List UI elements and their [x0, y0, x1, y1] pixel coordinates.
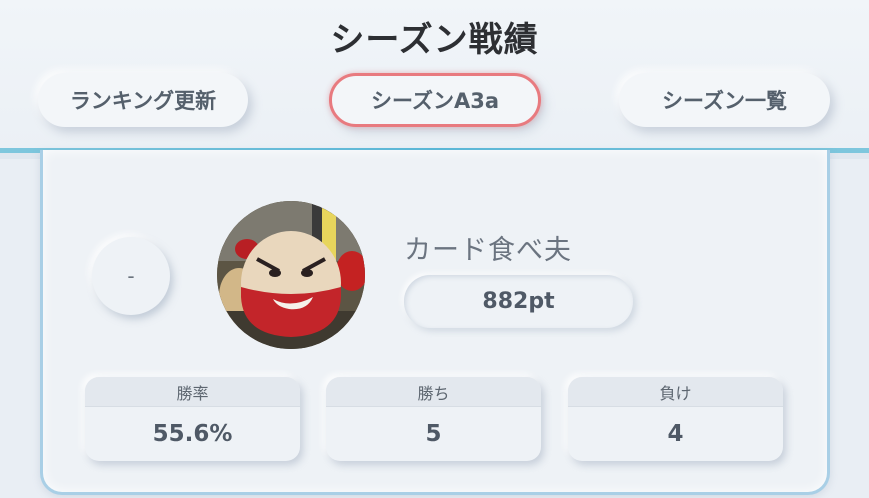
avatar[interactable] — [217, 201, 365, 349]
tab-season-a3a[interactable]: シーズンA3a — [329, 73, 541, 127]
stat-wins: 勝ち 5 — [326, 377, 541, 461]
rank-badge: - — [92, 237, 170, 315]
header: シーズン戦績 ランキング更新 シーズンA3a シーズン一覧 — [0, 0, 869, 152]
season-list-button[interactable]: シーズン一覧 — [619, 73, 830, 127]
page-title: シーズン戦績 — [330, 20, 539, 60]
stat-losses: 負け 4 — [568, 377, 783, 461]
stat-win-rate: 勝率 55.6% — [85, 377, 300, 461]
player-name: カード食べ夫 — [404, 235, 572, 266]
stat-label: 勝ち — [326, 377, 541, 407]
stat-value: 5 — [425, 421, 442, 447]
points-value: 882pt — [404, 275, 633, 328]
stat-label: 負け — [568, 377, 783, 407]
ranking-update-button[interactable]: ランキング更新 — [38, 73, 248, 127]
stat-value: 55.6% — [152, 421, 233, 447]
stat-label: 勝率 — [85, 377, 300, 407]
avatar-image — [217, 201, 365, 349]
stat-value: 4 — [667, 421, 684, 447]
